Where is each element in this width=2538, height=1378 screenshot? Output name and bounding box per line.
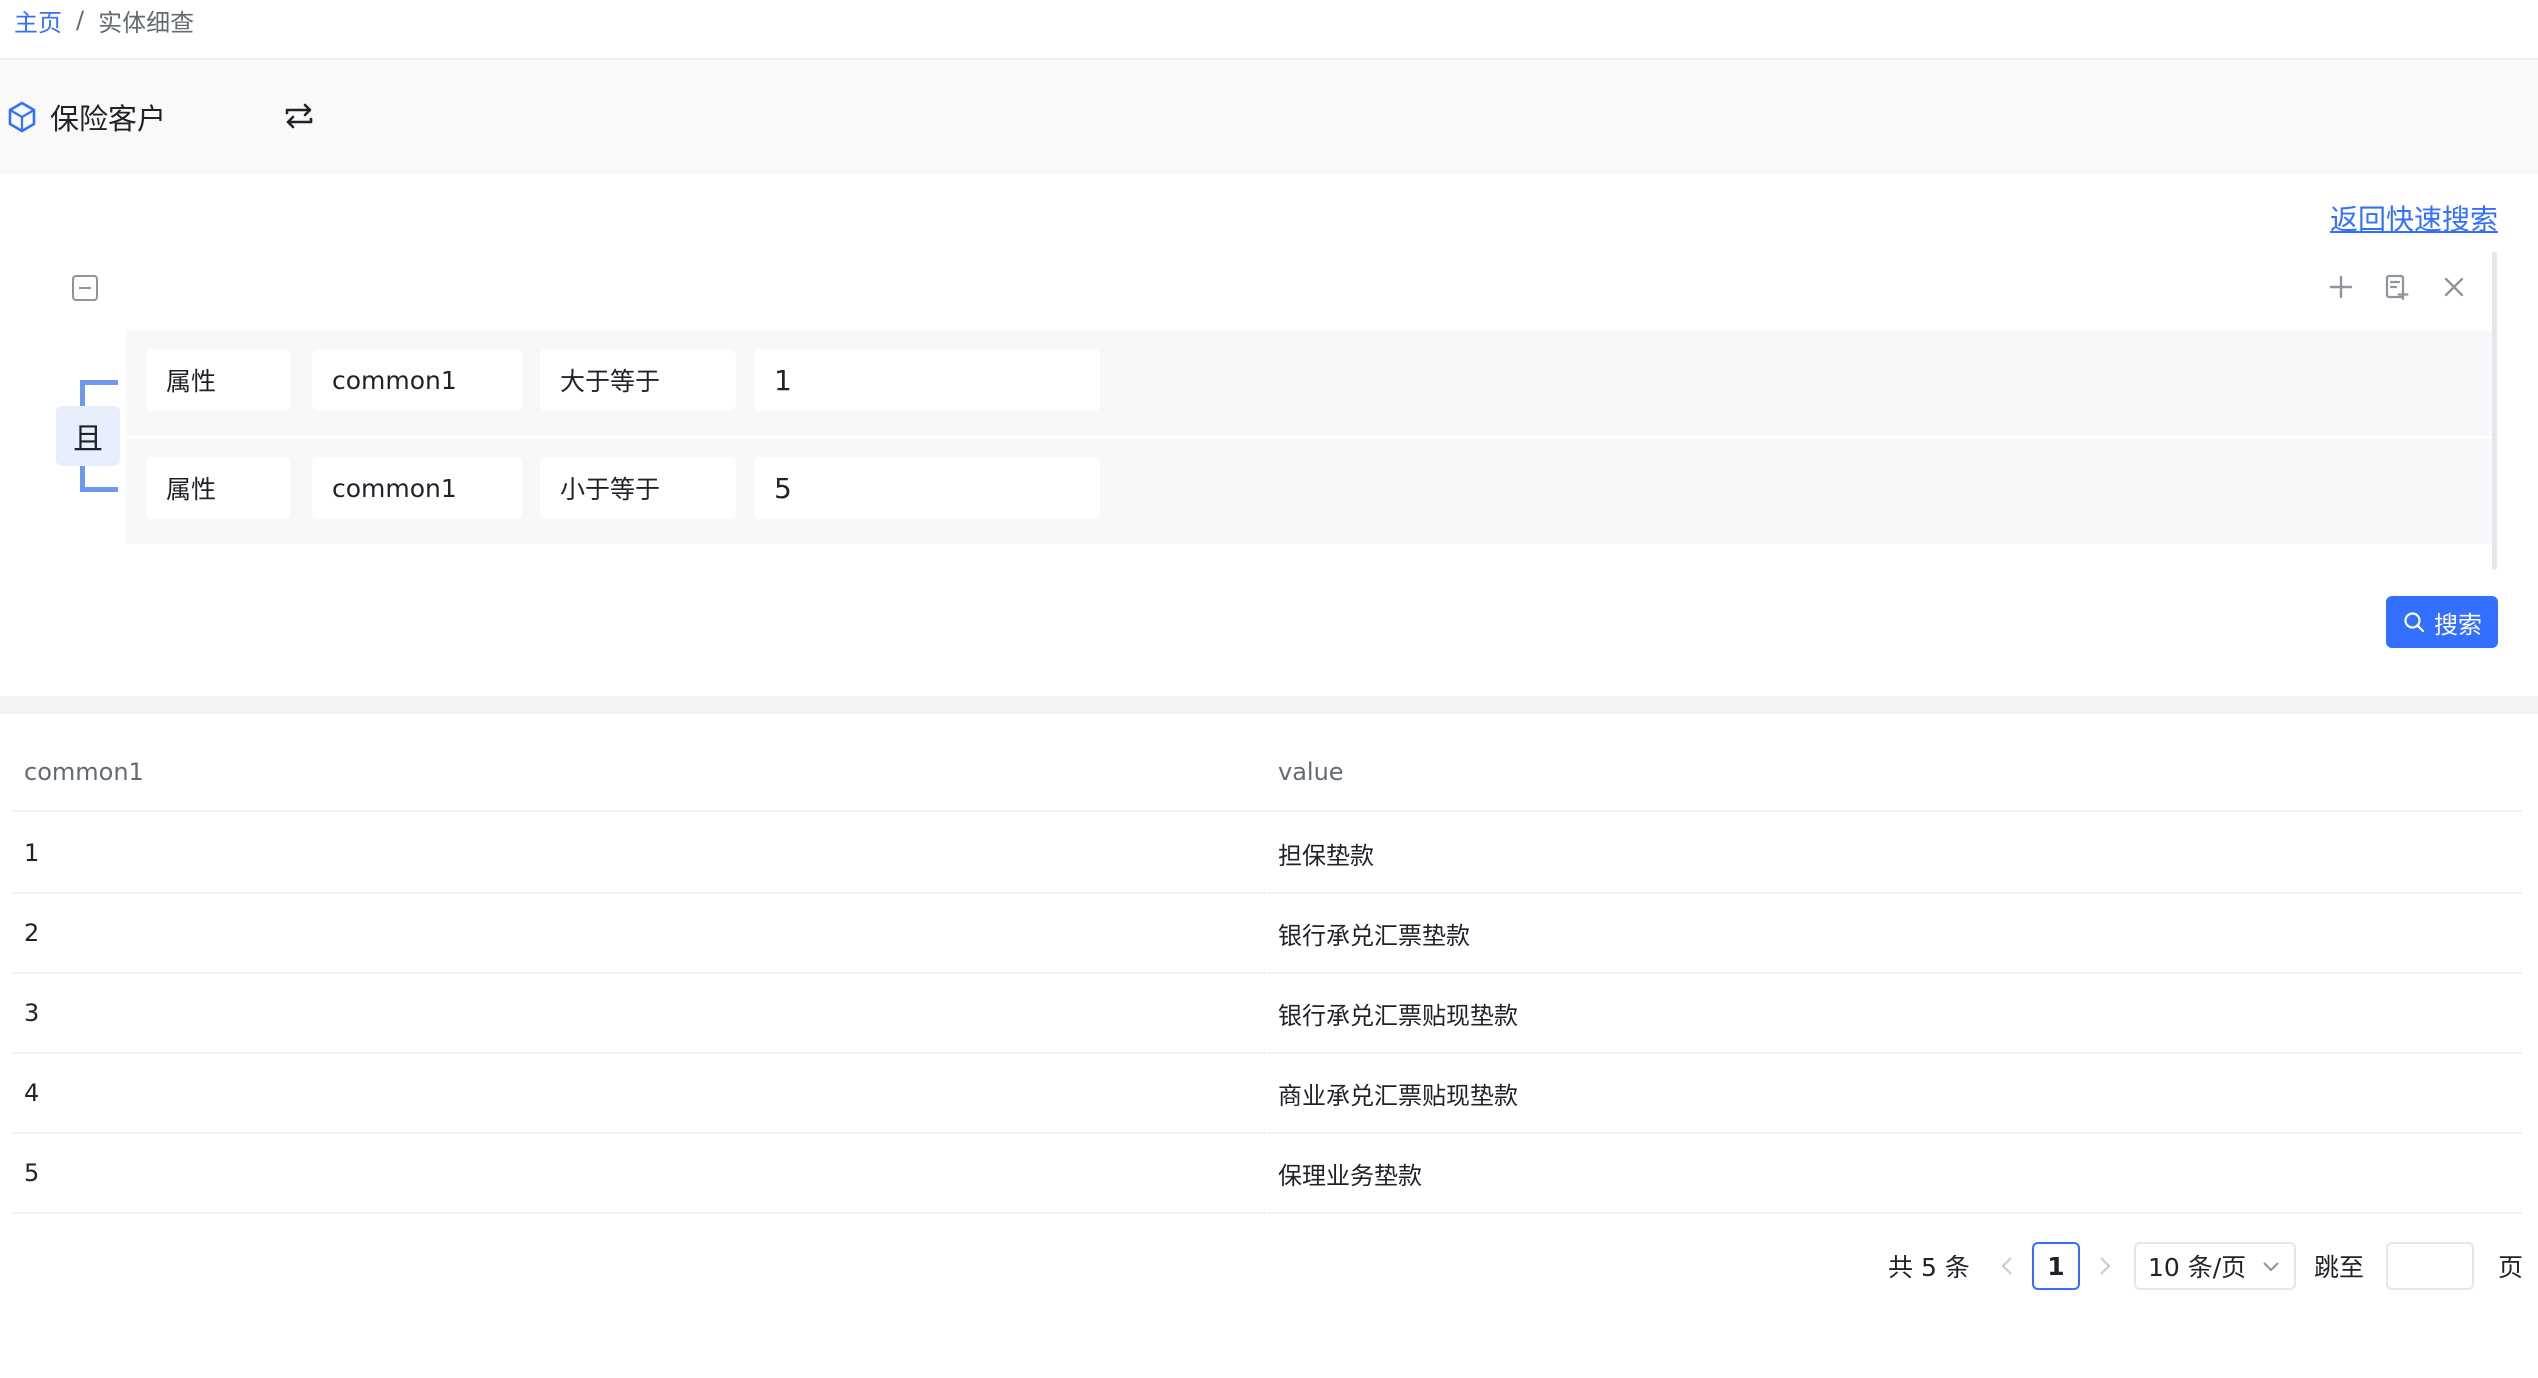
add-icon[interactable] <box>2326 272 2356 302</box>
next-page-button[interactable] <box>2090 1240 2120 1292</box>
column-header-common1: common1 <box>24 758 144 786</box>
condition-operator-select[interactable]: 大于等于 <box>540 349 736 411</box>
condition-row: 属性 common1 小于等于 5 <box>126 438 2492 544</box>
table-row: 3 银行承兑汇票贴现垫款 <box>12 974 2522 1054</box>
prev-page-button[interactable] <box>1992 1240 2022 1292</box>
jump-to-label: 跳至 <box>2314 1253 2365 1282</box>
section-divider <box>0 696 2538 714</box>
entity-header-bar <box>0 60 2538 174</box>
table-cell: 担保垫款 <box>1268 814 2522 894</box>
table-row: 5 保理业务垫款 <box>12 1134 2522 1214</box>
table-row: 4 商业承兑汇票贴现垫款 <box>12 1054 2522 1134</box>
condition-value-input[interactable]: 1 <box>754 349 1100 411</box>
back-to-quick-search-link[interactable]: 返回快速搜索 <box>2330 198 2498 238</box>
condition-operator-select[interactable]: 小于等于 <box>540 457 736 519</box>
add-group-icon[interactable] <box>2382 272 2412 302</box>
search-button[interactable]: 搜索 <box>2386 596 2498 648</box>
table-cell: 3 <box>12 974 1266 1054</box>
column-header-value: value <box>1278 758 1344 786</box>
table-cell: 银行承兑汇票贴现垫款 <box>1268 974 2522 1054</box>
condition-type-select[interactable]: 属性 <box>146 457 290 519</box>
logic-operator-toggle[interactable]: 且 <box>56 406 120 466</box>
breadcrumb: 主页 / 实体细查 <box>14 0 194 40</box>
table-cell: 5 <box>12 1134 1266 1214</box>
switch-icon[interactable] <box>283 101 315 131</box>
search-button-label: 搜索 <box>2434 610 2482 639</box>
condition-field-select[interactable]: common1 <box>312 349 522 411</box>
search-icon <box>2404 612 2425 633</box>
page-size-select[interactable]: 10 条/页 <box>2134 1242 2296 1290</box>
table-cell: 银行承兑汇票垫款 <box>1268 894 2522 974</box>
table-cell: 4 <box>12 1054 1266 1134</box>
cube-icon <box>8 101 36 133</box>
page-size-label: 10 条/页 <box>2148 1253 2247 1282</box>
conditions-scrollbar[interactable] <box>2492 252 2497 570</box>
breadcrumb-current: 实体细查 <box>98 8 195 37</box>
table-row: 2 银行承兑汇票垫款 <box>12 894 2522 974</box>
jump-page-input[interactable] <box>2386 1242 2474 1290</box>
page-unit-label: 页 <box>2498 1253 2524 1282</box>
condition-type-select[interactable]: 属性 <box>146 349 290 411</box>
chevron-down-icon <box>2263 1262 2279 1272</box>
page-number-button[interactable]: 1 <box>2032 1242 2080 1290</box>
collapse-icon[interactable] <box>72 275 98 301</box>
close-icon[interactable] <box>2439 272 2469 302</box>
chevron-right-icon <box>2100 1257 2111 1275</box>
table-cell: 2 <box>12 894 1266 974</box>
table-cell: 商业承兑汇票贴现垫款 <box>1268 1054 2522 1134</box>
condition-row: 属性 common1 大于等于 1 <box>126 330 2492 436</box>
condition-value-input[interactable]: 5 <box>754 457 1100 519</box>
breadcrumb-separator: / <box>76 6 85 34</box>
table-row: 1 担保垫款 <box>12 814 2522 894</box>
entity-title: 保险客户 <box>50 102 167 136</box>
breadcrumb-home-link[interactable]: 主页 <box>14 3 62 38</box>
condition-field-select[interactable]: common1 <box>312 457 522 519</box>
table-cell: 1 <box>12 814 1266 894</box>
table-cell: 保理业务垫款 <box>1268 1134 2522 1214</box>
pagination-total: 共 5 条 <box>1888 1253 1970 1282</box>
chevron-left-icon <box>2001 1257 2012 1275</box>
table-header: common1 value <box>12 734 2522 812</box>
